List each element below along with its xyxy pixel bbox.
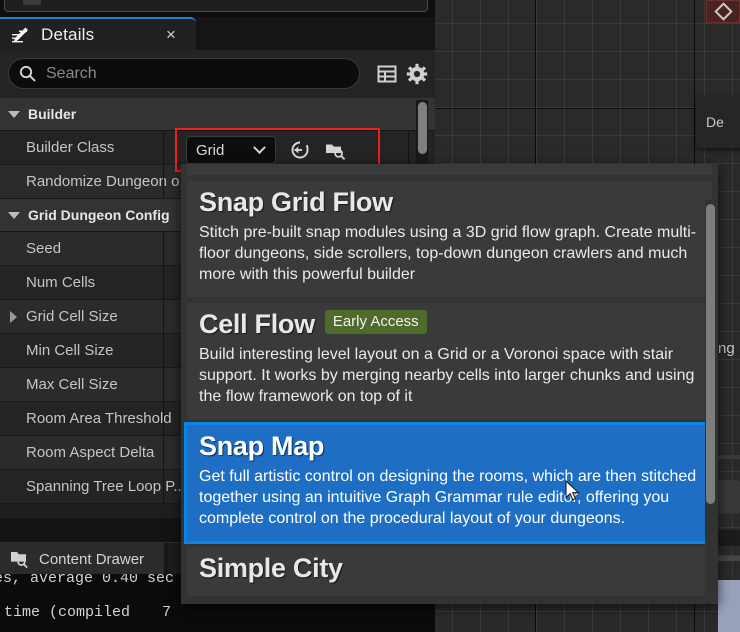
- property-column-divider: [163, 368, 164, 401]
- search-icon: [19, 65, 36, 82]
- chevron-right-icon[interactable]: [9, 310, 17, 323]
- details-category-row[interactable]: Builder: [0, 98, 435, 131]
- dropdown-option[interactable]: Simple City: [187, 547, 712, 596]
- chevron-down-icon: [253, 140, 266, 154]
- property-column-divider: [163, 300, 164, 333]
- details-property-label: Room Area Threshold: [26, 410, 172, 427]
- dropdown-option-title: Simple City: [199, 553, 343, 583]
- dropdown-option[interactable]: Snap Map Get full artistic control on des…: [184, 422, 715, 544]
- log-line-2-value: 7: [162, 604, 172, 621]
- property-column-divider: [163, 436, 164, 469]
- chevron-down-icon[interactable]: [8, 211, 20, 219]
- dropdown-option[interactable]: Snap Grid Flow Stitch pre-built snap modu…: [187, 181, 712, 297]
- log-line-1: es, average 0.40 sec: [0, 574, 175, 587]
- browse-asset-icon[interactable]: [324, 139, 346, 161]
- builder-class-dropdown-popup[interactable]: teleporters, shops, treasure rooms, boss…: [181, 164, 718, 604]
- property-column-divider: [163, 165, 164, 198]
- dropdown-option-title: Cell Flow: [199, 309, 315, 339]
- details-category-label: Builder: [28, 106, 77, 122]
- window-top-chrome-inner: [4, 0, 428, 12]
- details-property-label: Num Cells: [26, 274, 96, 291]
- property-column-divider: [163, 334, 164, 367]
- viewport-tooltip: De: [696, 96, 740, 148]
- details-scrollbar-thumb[interactable]: [418, 102, 427, 154]
- reset-arrow-icon[interactable]: [289, 139, 311, 161]
- details-property-label: Spanning Tree Loop P...: [26, 478, 186, 495]
- dropdown-scrollbar-thumb[interactable]: [706, 204, 715, 504]
- property-expander[interactable]: [2, 310, 24, 323]
- property-column-divider: [163, 470, 164, 503]
- details-property-label: Randomize Dungeon o...: [26, 173, 192, 190]
- dropdown-option-title: Snap Grid Flow: [199, 187, 393, 217]
- window-top-chrome: [0, 0, 435, 17]
- content-drawer-button[interactable]: Content Drawer: [0, 543, 164, 575]
- viewport-tooltip-text: De: [706, 114, 724, 130]
- status-badge: Early Access: [324, 309, 427, 334]
- property-column-divider: [163, 131, 164, 164]
- viewport-side-text: ng: [718, 340, 735, 357]
- content-drawer-icon: [10, 550, 30, 568]
- dropdown-option-title: Snap Map: [199, 431, 325, 461]
- dropdown-option-description: Stitch pre-built snap modules using a 3D…: [199, 224, 697, 283]
- settings-gear-icon[interactable]: [406, 63, 428, 85]
- dropdown-option-description: Build interesting level layout on a Grid…: [199, 346, 695, 405]
- dropdown-option[interactable]: teleporters, shops, treasure rooms, boss…: [187, 164, 712, 175]
- app-root: De ng Details × Search Builder Builder C…: [0, 0, 740, 632]
- details-property-label: Max Cell Size: [26, 376, 118, 393]
- tab-details-label: Details: [41, 24, 95, 44]
- content-drawer-label: Content Drawer: [39, 550, 145, 568]
- mouse-cursor: [565, 479, 581, 508]
- property-column-divider: [163, 232, 164, 265]
- close-icon[interactable]: ×: [162, 26, 180, 44]
- details-pencil-icon: [10, 25, 30, 45]
- dropdown-option-description: Get full artistic control on designing t…: [199, 468, 697, 527]
- details-property-label: Room Aspect Delta: [26, 444, 155, 461]
- dropdown-option[interactable]: Cell Flow Early Access Build interesting l…: [187, 303, 712, 419]
- diamond-marker-icon: [713, 2, 733, 21]
- details-search-row: Search: [0, 50, 435, 98]
- viewport-ui-scrap-blue: [718, 580, 740, 632]
- log-line-2: time (compiled: [4, 604, 131, 621]
- property-column-divider-right: [408, 131, 409, 164]
- search-input[interactable]: Search: [8, 58, 360, 89]
- window-chrome-button[interactable]: [23, 0, 41, 5]
- tab-strip-background: [196, 17, 435, 50]
- tab-details[interactable]: Details ×: [0, 17, 196, 50]
- details-property-label: Min Cell Size: [26, 342, 114, 359]
- details-property-label: Builder Class: [26, 139, 115, 156]
- details-category-label: Grid Dungeon Config: [28, 207, 170, 223]
- chevron-down-icon[interactable]: [8, 110, 20, 118]
- viewport-marker-badge[interactable]: [706, 0, 740, 23]
- status-bar-divider: [166, 543, 167, 575]
- property-column-divider: [163, 402, 164, 435]
- details-property-label: Seed: [26, 240, 62, 257]
- column-layout-icon[interactable]: [376, 63, 398, 85]
- search-placeholder: Search: [46, 64, 97, 82]
- details-property-label: Grid Cell Size: [26, 308, 118, 325]
- builder-class-selected-value: Grid: [196, 141, 225, 159]
- property-column-divider: [163, 266, 164, 299]
- builder-class-dropdown[interactable]: Grid: [186, 136, 276, 164]
